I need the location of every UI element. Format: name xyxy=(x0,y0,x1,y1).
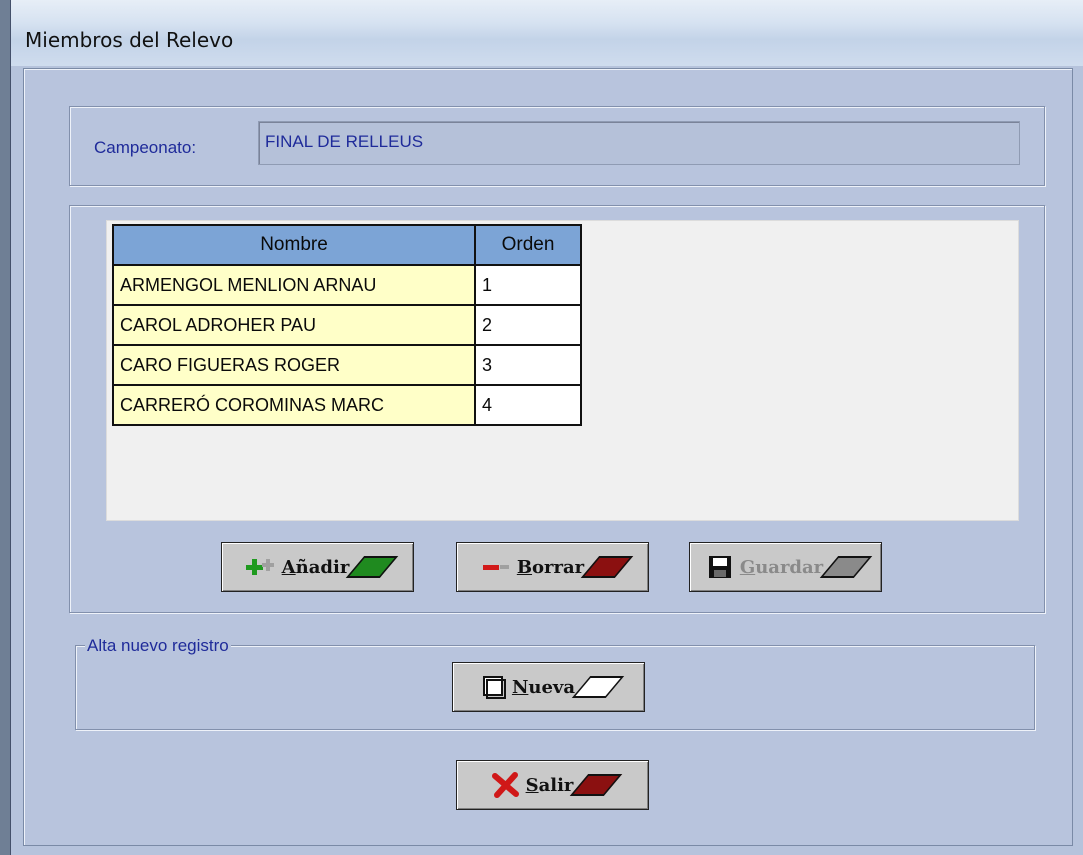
cell-orden[interactable]: 1 xyxy=(474,264,582,306)
save-icon xyxy=(708,556,731,578)
parallelogram-icon xyxy=(819,556,873,578)
cell-orden[interactable]: 2 xyxy=(474,304,582,346)
table-row[interactable]: CAROL ADROHER PAU 2 xyxy=(112,304,582,346)
parallelogram-icon xyxy=(570,774,623,796)
new-document-icon xyxy=(482,676,506,699)
parallelogram-icon xyxy=(346,556,399,578)
guardar-button[interactable]: Guardar xyxy=(689,542,882,592)
table-row[interactable]: CARO FIGUERAS ROGER 3 xyxy=(112,344,582,386)
table-header-row: Nombre Orden xyxy=(112,224,582,266)
table-row[interactable]: ARMENGOL MENLION ARNAU 1 xyxy=(112,264,582,306)
salir-label: Salir xyxy=(525,774,574,796)
parallelogram-icon xyxy=(580,556,634,578)
championship-field[interactable]: FINAL DE RELLEUS xyxy=(258,121,1020,165)
minus-icon xyxy=(482,565,509,570)
table-row[interactable]: CARRERÓ COROMINAS MARC 4 xyxy=(112,384,582,426)
members-table[interactable]: Nombre Orden ARMENGOL MENLION ARNAU 1 CA… xyxy=(112,224,582,426)
cell-nombre[interactable]: CARRERÓ COROMINAS MARC xyxy=(112,384,476,426)
championship-label: Campeonato: xyxy=(94,138,197,157)
cell-nombre[interactable]: CARO FIGUERAS ROGER xyxy=(112,344,476,386)
anadir-label: Añadir xyxy=(281,556,350,578)
new-record-legend: Alta nuevo registro xyxy=(85,636,231,656)
cell-orden[interactable]: 4 xyxy=(474,384,582,426)
column-header-orden[interactable]: Orden xyxy=(474,224,582,266)
close-x-icon xyxy=(491,772,519,798)
anadir-button[interactable]: Añadir xyxy=(221,542,414,592)
nueva-label: Nueva xyxy=(511,676,576,698)
nueva-button[interactable]: Nueva xyxy=(452,662,645,712)
plus-icon xyxy=(245,559,274,575)
title-bar[interactable]: Miembros del Relevo xyxy=(11,0,1083,66)
window-title: Miembros del Relevo xyxy=(25,28,234,52)
cell-nombre[interactable]: ARMENGOL MENLION ARNAU xyxy=(112,264,476,306)
column-header-nombre[interactable]: Nombre xyxy=(112,224,476,266)
cell-orden[interactable]: 3 xyxy=(474,344,582,386)
salir-button[interactable]: Salir xyxy=(456,760,649,810)
guardar-label: Guardar xyxy=(739,556,824,578)
borrar-label: Borrar xyxy=(516,556,585,578)
parallelogram-icon xyxy=(571,676,625,698)
borrar-button[interactable]: Borrar xyxy=(456,542,649,592)
cell-nombre[interactable]: CAROL ADROHER PAU xyxy=(112,304,476,346)
